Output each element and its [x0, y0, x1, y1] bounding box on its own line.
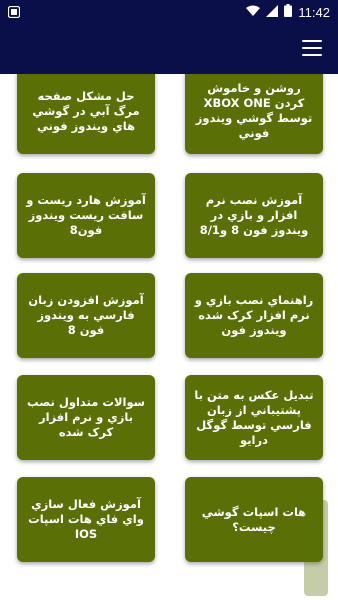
article-grid: روشن و خاموش کردن XBOX ONE توسط گوشي وين…	[0, 74, 338, 600]
clock: 11:42	[298, 4, 330, 20]
battery-icon	[284, 4, 293, 20]
article-card[interactable]: آموزش افزودن زبان فارسي به ويندوز فون 8	[17, 273, 155, 358]
article-card-label: تبديل عکس به متن با پشتيباني از زبان فار…	[194, 387, 314, 447]
wifi-icon	[246, 5, 261, 20]
app-bar	[0, 24, 338, 74]
article-card[interactable]: حل مشکل صفحه مرگ آبي در گوشي هاي ويندوز …	[17, 74, 155, 154]
article-card-label: هات اسپات گوشي چيست؟	[201, 504, 307, 534]
article-card[interactable]: آموزش نصب نرم افزار و بازي در ويندوز فون…	[185, 173, 323, 258]
article-card[interactable]: تبديل عکس به متن با پشتيباني از زبان فار…	[185, 375, 323, 460]
scrollbar-thumb[interactable]	[304, 500, 328, 596]
hamburger-menu-icon[interactable]	[302, 40, 322, 56]
signal-icon	[266, 4, 279, 20]
status-bar: 11:42	[0, 0, 338, 24]
article-card[interactable]: روشن و خاموش کردن XBOX ONE توسط گوشي وين…	[185, 74, 323, 154]
article-card-label: راهنماي نصب بازي و نرم افزار کرک شده وين…	[194, 293, 314, 337]
article-card-label: آموزش نصب نرم افزار و بازي در ويندوز فون…	[199, 193, 309, 237]
article-card[interactable]: آموزش هارد ريست و سافت ريست ويندوز فون8	[17, 173, 155, 258]
article-card-label: روشن و خاموش کردن XBOX ONE توسط گوشي وين…	[195, 81, 313, 140]
article-card-label: حل مشکل صفحه مرگ آبي در گوشي هاي ويندوز …	[32, 88, 140, 133]
article-card-label: آموزش افزودن زبان فارسي به ويندوز فون 8	[28, 293, 144, 337]
article-card[interactable]: آموزش فعال سازي واي فاي هات اسپات IOS	[17, 477, 155, 562]
article-card-label: آموزش هارد ريست و سافت ريست ويندوز فون8	[26, 193, 146, 237]
article-card[interactable]: راهنماي نصب بازي و نرم افزار کرک شده وين…	[185, 273, 323, 358]
article-card[interactable]: سوالات متداول نصب بازي و نرم افزار کرک ش…	[17, 375, 155, 460]
app-notification-icon	[7, 3, 21, 22]
article-card-label: سوالات متداول نصب بازي و نرم افزار کرک ش…	[27, 395, 145, 439]
article-card[interactable]: هات اسپات گوشي چيست؟	[185, 477, 323, 562]
article-card-label: آموزش فعال سازي واي فاي هات اسپات IOS	[28, 497, 144, 541]
